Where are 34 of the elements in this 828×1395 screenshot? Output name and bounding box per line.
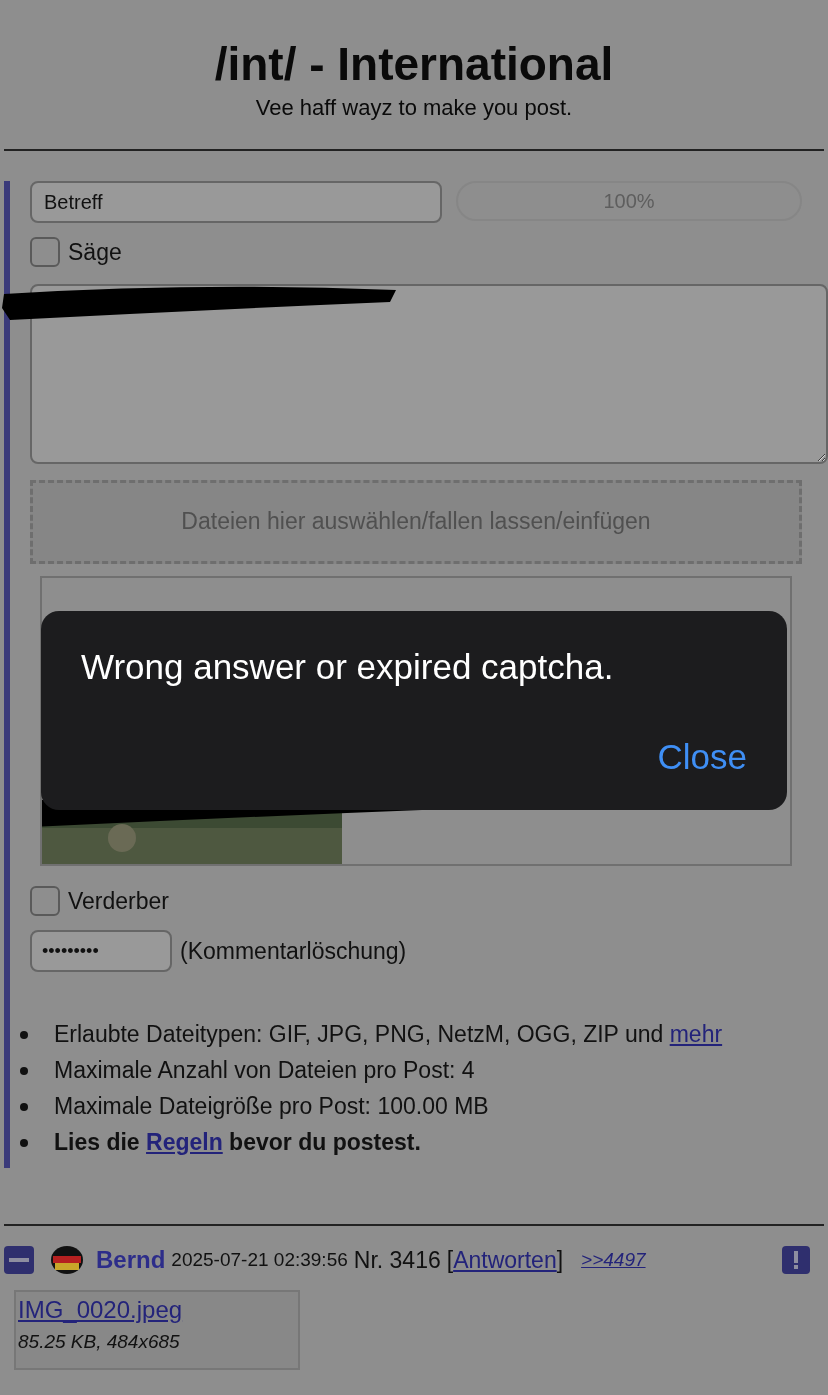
report-icon[interactable] bbox=[782, 1246, 810, 1274]
rule-text: Erlaubte Dateitypen: GIF, JPG, PNG, NetzM, OGG, ZIP und mehr bbox=[54, 1020, 724, 1049]
subject-field[interactable]: Betreff bbox=[30, 181, 442, 223]
post-date: 2025-07-21 02:39:56 bbox=[171, 1247, 348, 1272]
checkbox[interactable] bbox=[30, 885, 60, 916]
password-field[interactable]: ••••••••• bbox=[30, 930, 172, 972]
bullet-icon bbox=[20, 1103, 28, 1111]
checkbox[interactable] bbox=[30, 237, 60, 268]
post-number: Nr. 3416 bbox=[353, 1245, 441, 1275]
file-link[interactable]: IMG_0020.jpeg bbox=[18, 1292, 296, 1328]
checkbox-label: Säge bbox=[68, 238, 122, 267]
collapse-icon[interactable] bbox=[4, 1246, 34, 1274]
close-button[interactable]: Close bbox=[657, 730, 747, 784]
rule-link[interactable]: Regeln bbox=[146, 1129, 223, 1155]
bullet-icon bbox=[20, 1067, 28, 1075]
bracket: [ bbox=[446, 1245, 454, 1275]
file-details: 85.25 KB, 484x685 bbox=[18, 1330, 181, 1354]
dialog-message: Wrong answer or expired captcha. bbox=[81, 646, 615, 688]
checkbox-label: Verderber bbox=[68, 886, 169, 916]
comment-field[interactable] bbox=[30, 283, 828, 464]
bullet-icon bbox=[20, 1031, 28, 1039]
board-title: /int/ - International bbox=[214, 37, 614, 92]
rule-text: Maximale Anzahl von Dateien pro Post: 4 bbox=[54, 1056, 476, 1085]
rule-text: Maximale Dateigröße pro Post: 100.00 MB bbox=[54, 1092, 490, 1121]
rule-text: Lies die Regeln bevor du postest. bbox=[54, 1128, 422, 1157]
password-label: (Kommentarlöschung) bbox=[180, 936, 407, 966]
board-subtitle: Vee haff wayz to make you post. bbox=[255, 93, 573, 121]
poster-name: Bernd bbox=[96, 1245, 166, 1275]
bracket: ] bbox=[556, 1245, 564, 1275]
reply-link[interactable]: Antworten bbox=[453, 1242, 557, 1278]
backlink[interactable]: >>4497 bbox=[581, 1245, 646, 1275]
bullet-icon bbox=[20, 1139, 28, 1147]
flag-icon bbox=[50, 1245, 84, 1275]
rule-link[interactable]: mehr bbox=[669, 1021, 723, 1047]
